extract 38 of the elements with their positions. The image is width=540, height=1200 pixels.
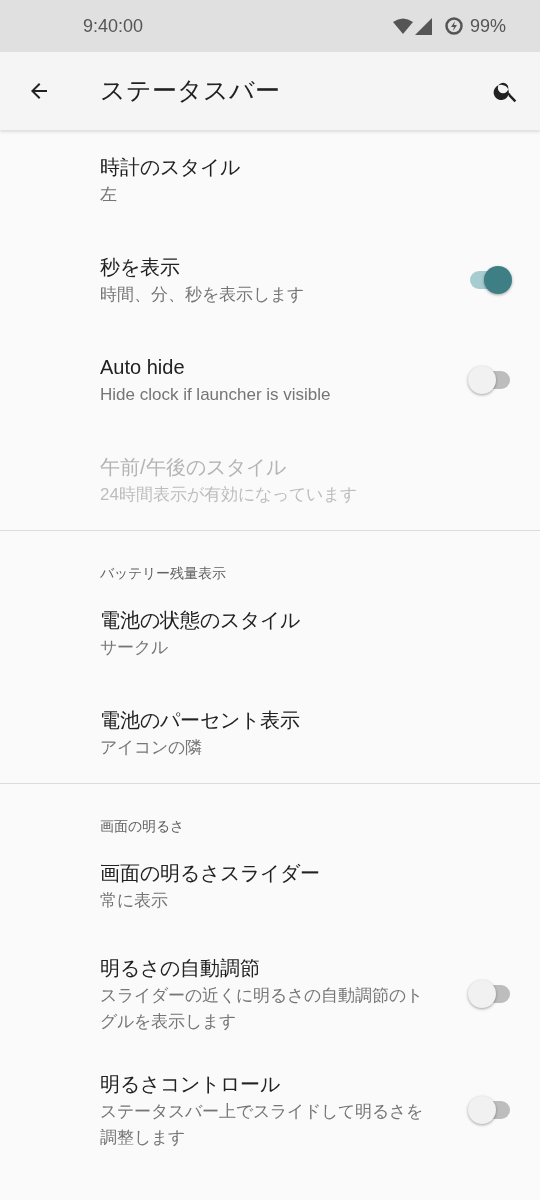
item-summary: 時間、分、秒を表示します xyxy=(100,284,305,306)
wifi-icon xyxy=(392,18,413,34)
item-summary: Hide clock if launcher is visible xyxy=(100,384,332,406)
item-summary: サークル xyxy=(100,637,169,659)
toggle-switch[interactable] xyxy=(468,366,512,394)
settings-item[interactable]: 明るさコントロール ステータスバー上でスライドして明るさを調整します xyxy=(0,1052,540,1168)
item-title: 明るさの自動調節 xyxy=(100,956,261,981)
page-title: ステータスバー xyxy=(100,75,280,107)
item-title: 電池の状態のスタイル xyxy=(100,608,301,633)
item-title: 時計のスタイル xyxy=(100,155,241,180)
item-title: 画面の明るさスライダー xyxy=(100,861,321,886)
settings-item[interactable]: 時計のスタイル 左 xyxy=(0,130,540,230)
section-header: 画面の明るさ xyxy=(99,817,185,836)
item-summary: アイコンの隣 xyxy=(100,737,203,759)
toggle-switch[interactable] xyxy=(468,1096,512,1124)
item-title: 明るさコントロール xyxy=(100,1072,281,1097)
settings-item[interactable]: 画面の明るさスライダー 常に表示 xyxy=(0,836,540,936)
item-summary: 左 xyxy=(100,184,118,206)
toggle-switch[interactable] xyxy=(468,980,512,1008)
item-title: 午前/午後のスタイル xyxy=(100,455,287,480)
clock: 9:40:00 xyxy=(83,14,144,38)
item-summary: 24時間表示が有効になっています xyxy=(100,484,358,506)
signal-icon xyxy=(414,17,432,35)
battery-percent: 99% xyxy=(469,14,506,38)
item-title: 電池のパーセント表示 xyxy=(100,708,301,733)
item-title: Auto hide xyxy=(100,355,186,380)
battery-saver-icon xyxy=(443,16,464,36)
settings-item[interactable]: 明るさの自動調節 スライダーの近くに明るさの自動調節のトグルを表示します xyxy=(0,936,540,1052)
settings-item[interactable]: 電池のパーセント表示 アイコンの隣 xyxy=(0,683,540,783)
settings-item[interactable]: Auto hide Hide clock if launcher is visible xyxy=(0,330,540,430)
section-header: バッテリー残量表示 xyxy=(99,564,227,583)
settings-item[interactable]: 秒を表示 時間、分、秒を表示します xyxy=(0,230,540,330)
toggle-switch[interactable] xyxy=(468,266,512,294)
item-summary: スライダーの近くに明るさの自動調節のトグルを表示します xyxy=(100,985,424,1033)
item-summary: 常に表示 xyxy=(100,890,169,912)
item-summary: ステータスバー上でスライドして明るさを調整します xyxy=(100,1101,424,1149)
settings-item[interactable]: 電池の状態のスタイル サークル xyxy=(0,583,540,683)
item-title: 秒を表示 xyxy=(100,255,181,280)
